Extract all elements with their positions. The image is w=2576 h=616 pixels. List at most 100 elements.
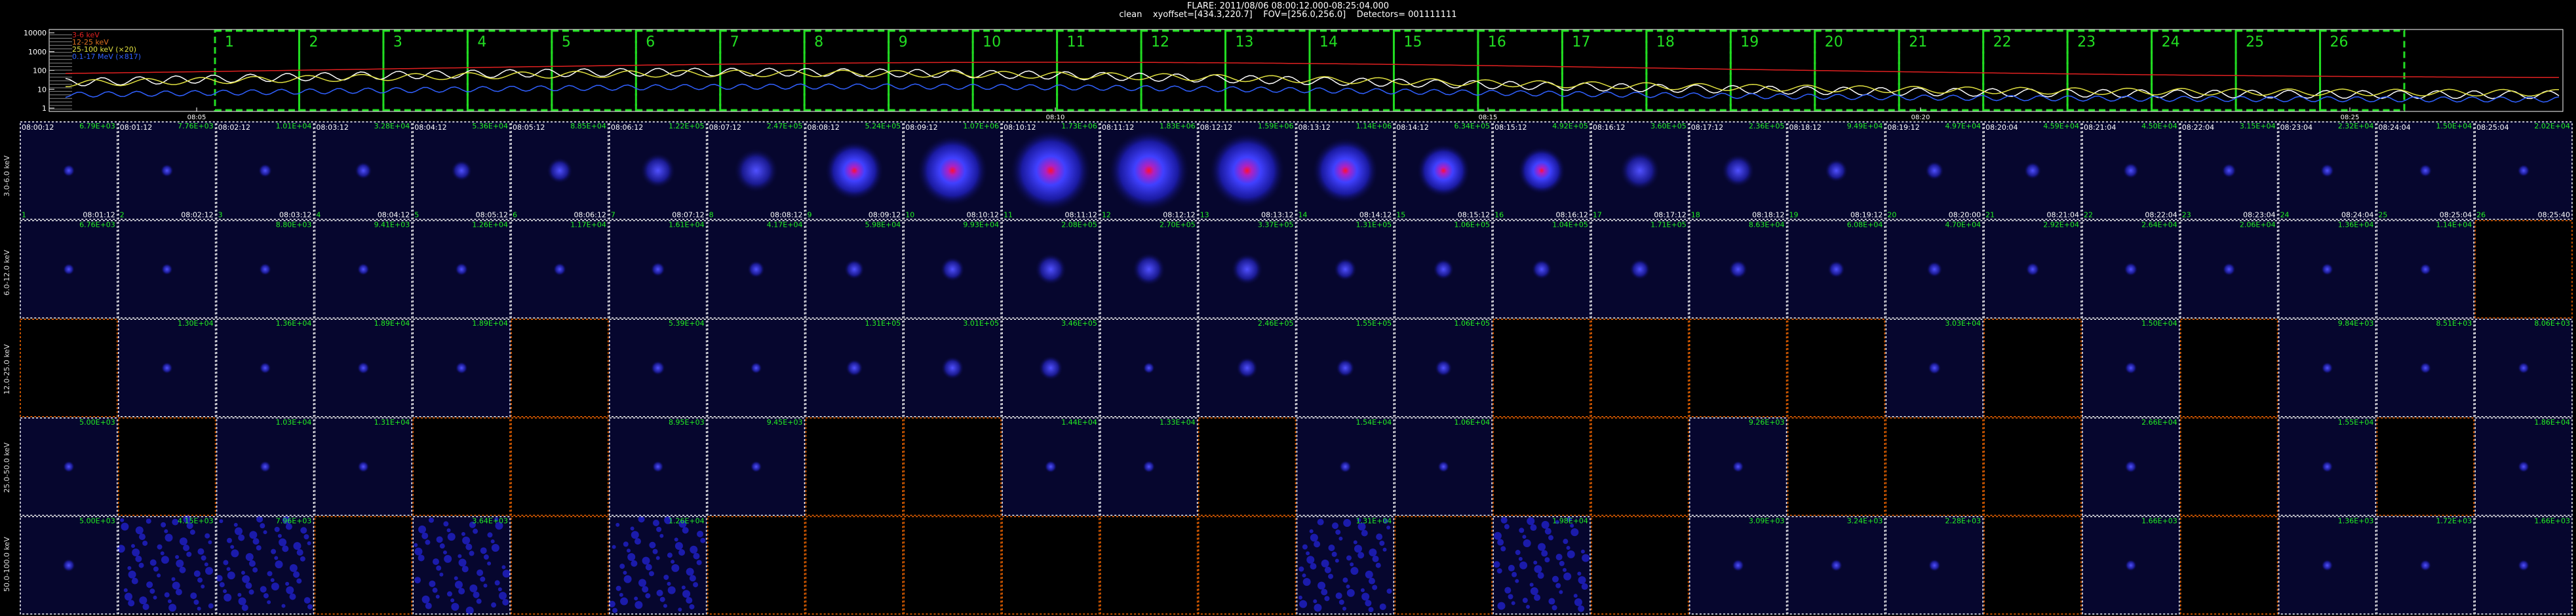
peak-value: 2.47E+05	[767, 122, 803, 130]
noise-blob	[1534, 565, 1542, 573]
noise-blob	[498, 587, 502, 592]
image-cell: 1.83E+06 08:11:12 08:12:12 12	[1099, 121, 1198, 220]
cell-index: 10	[905, 211, 914, 220]
noise-blob	[435, 594, 440, 599]
cell-index: 18	[1691, 211, 1700, 220]
cell-index: 1	[22, 211, 26, 220]
noise-blob	[160, 551, 165, 556]
peak-value: 3.37E+05	[1258, 221, 1294, 229]
noise-blob	[469, 584, 478, 592]
noise-blob	[414, 543, 418, 547]
image-cell: 6.76E+03	[20, 220, 118, 319]
source-blob	[2517, 362, 2530, 374]
noise-blob	[197, 577, 203, 583]
noise-blob	[249, 531, 258, 539]
start-time: 08:21:04	[2084, 123, 2116, 132]
peak-value: 1.36E+04	[2338, 221, 2374, 229]
noise-blob	[1529, 583, 1534, 587]
noise-blob	[267, 571, 273, 577]
noise-blob	[307, 604, 313, 609]
peak-value: 2.06E+04	[2240, 221, 2276, 229]
noise-blob	[1574, 598, 1582, 606]
noise-blob	[656, 589, 663, 596]
cell-background	[1198, 417, 1297, 516]
noise-blob	[179, 537, 187, 546]
noise-blob	[146, 518, 151, 524]
end-time: 08:17:12	[1654, 211, 1686, 220]
noise-blob	[1559, 560, 1565, 566]
noise-blob	[697, 530, 704, 537]
noise-blob	[277, 533, 282, 538]
end-time: 08:08:12	[770, 211, 802, 220]
source-blob	[1434, 359, 1453, 377]
noise-blob	[487, 532, 493, 538]
cell-index: 21	[1985, 211, 1995, 220]
source-blob	[650, 261, 666, 277]
start-time: 08:09:12	[905, 123, 937, 132]
noise-blob	[454, 581, 463, 589]
noise-blob	[418, 525, 427, 533]
end-time: 08:22:04	[2145, 211, 2177, 220]
peak-value: 4.59E+04	[2043, 122, 2079, 130]
noise-blob	[1298, 595, 1302, 600]
noise-blob	[233, 522, 238, 527]
peak-value: 6.76E+03	[79, 221, 115, 229]
image-cell: 1.89E+04	[412, 318, 511, 417]
noise-blob	[1518, 556, 1523, 561]
noise-blob	[634, 601, 643, 609]
noise-blob	[1511, 601, 1515, 606]
image-cell: 3.24E+03	[1787, 516, 1886, 615]
noise-blob	[655, 556, 660, 560]
peak-value: 2.32E+04	[2338, 122, 2374, 130]
source-blob	[1829, 559, 1843, 572]
noise-blob	[645, 593, 651, 599]
noise-blob	[439, 543, 445, 549]
noise-blob	[414, 577, 421, 584]
peak-value: 9.49E+04	[1847, 122, 1883, 130]
peak-value: 2.64E+04	[2141, 221, 2177, 229]
image-cell: 5.24E+05 08:08:12 08:09:12 9	[805, 121, 904, 220]
source-blob	[357, 263, 370, 276]
noise-blob	[1365, 570, 1373, 579]
noise-blob	[1386, 526, 1391, 530]
peak-value: 9.93E+04	[963, 221, 999, 229]
noise-blob	[491, 602, 497, 608]
start-time: 08:22:04	[2182, 123, 2214, 132]
noise-blob	[1342, 606, 1347, 611]
noise-blob	[454, 576, 458, 581]
noise-blob	[1497, 539, 1504, 546]
noise-blob	[161, 522, 166, 528]
cell-index: 23	[2182, 211, 2191, 220]
noise-blob	[473, 591, 480, 598]
noise-blob	[421, 595, 430, 604]
image-cell	[1198, 516, 1297, 615]
noise-blob	[1566, 545, 1571, 550]
peak-value: 9.84E+03	[2338, 319, 2374, 328]
noise-blob	[1500, 516, 1508, 524]
image-cell: 6.79E+03 08:00:12 08:01:12 1	[20, 121, 118, 220]
noise-blob	[142, 603, 149, 610]
noise-blob	[623, 570, 627, 575]
noise-blob	[667, 581, 671, 586]
noise-blob	[432, 587, 438, 593]
noise-blob	[238, 534, 245, 541]
energy-band-label: 25.0-50.0 keV	[3, 442, 11, 493]
image-cell	[511, 417, 609, 516]
noise-blob	[1519, 561, 1528, 569]
image-cell	[2179, 516, 2278, 615]
noise-blob	[1350, 562, 1354, 567]
peak-value: 2.92E+04	[2043, 221, 2079, 229]
noise-blob	[483, 583, 488, 588]
source-blob	[62, 461, 75, 473]
cell-background	[2376, 417, 2475, 516]
noise-blob	[1544, 557, 1550, 563]
source-blob	[2025, 262, 2040, 277]
noise-blob	[1577, 571, 1582, 576]
source-blob	[1142, 362, 1155, 374]
source-blob	[1142, 460, 1156, 473]
source-blob	[844, 259, 865, 280]
noise-blob	[638, 579, 646, 587]
source-blob	[941, 356, 965, 380]
noise-blob	[252, 538, 260, 545]
noise-blob	[1321, 588, 1328, 596]
